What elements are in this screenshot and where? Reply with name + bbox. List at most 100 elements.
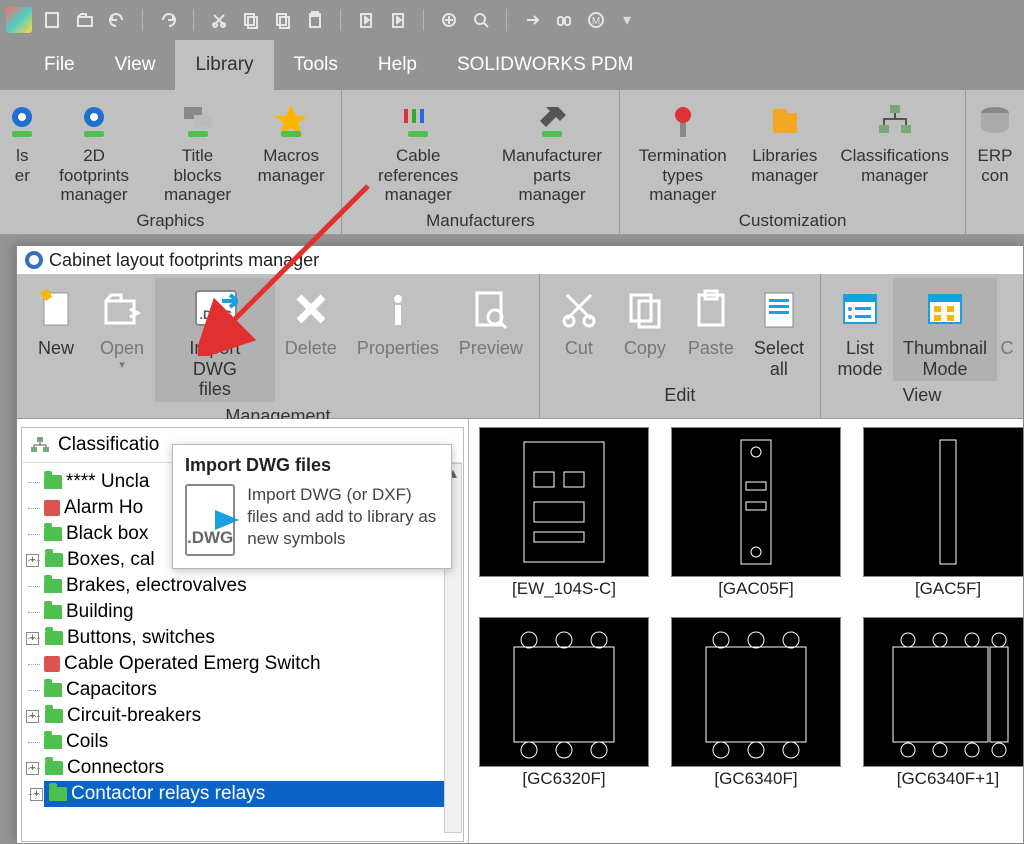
copy-icon[interactable]	[240, 9, 262, 31]
folder-icon	[44, 605, 62, 619]
macros-manager-button[interactable]: Macrosmanager	[250, 94, 333, 207]
paste-icon[interactable]	[304, 9, 326, 31]
thumbnail-mode-button[interactable]: ThumbnailMode	[893, 278, 997, 381]
menu-view[interactable]: View	[95, 40, 176, 90]
toolbar-group-view: Listmode ThumbnailMode C View	[821, 274, 1023, 418]
toolbar-group-management: New Open▾ .DWG Import DWGfiles Delete Pr…	[17, 274, 540, 418]
cabinet-layout-dialog: Cabinet layout footprints manager New Op…	[16, 245, 1024, 844]
cut-button[interactable]: Cut	[546, 278, 612, 381]
select-all-button[interactable]: Selectall	[744, 278, 814, 381]
folder-icon	[44, 735, 62, 749]
prev-icon[interactable]	[355, 9, 377, 31]
menubar: File View Library Tools Help SOLIDWORKS …	[0, 40, 1024, 90]
svg-text:M: M	[592, 16, 600, 27]
tree-item[interactable]: +Buttons, switches	[44, 625, 461, 651]
menu-tools[interactable]: Tools	[274, 40, 358, 90]
folder-icon	[44, 527, 62, 541]
preview-button[interactable]: Preview	[449, 278, 533, 402]
tree-item[interactable]: Brakes, electrovalves	[44, 573, 461, 599]
folder-icon	[44, 683, 62, 697]
folder-icon	[49, 787, 67, 801]
nav-icon[interactable]	[521, 9, 543, 31]
folder-icon	[45, 553, 63, 567]
redo-icon[interactable]	[157, 9, 179, 31]
ribbon: lser 2D footprintsmanager Title blocksma…	[0, 90, 1024, 235]
new-icon[interactable]	[42, 9, 64, 31]
tree-item[interactable]: Capacitors	[44, 677, 461, 703]
dropdown-icon[interactable]: ▾	[623, 10, 631, 30]
app-logo-icon	[6, 7, 32, 33]
properties-button[interactable]: Properties	[347, 278, 449, 402]
cable-references-button[interactable]: Cable referencesmanager	[350, 94, 487, 207]
manufacturer-parts-button[interactable]: Manufacturerparts manager	[493, 94, 612, 207]
m-icon[interactable]: M	[585, 9, 607, 31]
title-blocks-button[interactable]: Title blocksmanager	[152, 94, 244, 207]
2d-footprints-button[interactable]: 2D footprintsmanager	[43, 94, 146, 207]
paste-button[interactable]: Paste	[678, 278, 744, 381]
folder-icon	[45, 761, 63, 775]
tree-item[interactable]: +Circuit-breakers	[44, 703, 461, 729]
svg-text:.DWG: .DWG	[200, 308, 233, 322]
dialog-toolbar: New Open▾ .DWG Import DWGfiles Delete Pr…	[17, 274, 1023, 419]
folder-icon	[44, 579, 62, 593]
thumbnail[interactable]: [GC6340F]	[671, 617, 841, 789]
list-mode-button[interactable]: Listmode	[827, 278, 893, 381]
copy-button[interactable]: Copy	[612, 278, 678, 381]
tooltip-title: Import DWG files	[185, 455, 439, 476]
folder-icon	[44, 475, 62, 489]
ribbon-group-erp: ERPcon	[966, 90, 1024, 234]
menu-file[interactable]: File	[24, 40, 95, 90]
binoculars-icon[interactable]	[553, 9, 575, 31]
ribbon-group-label: Customization	[739, 207, 847, 237]
gear-icon	[25, 251, 43, 269]
cut-icon[interactable]	[208, 9, 230, 31]
dwg-file-icon: .DWG	[185, 484, 235, 556]
thumbnail-grid: [EW_104S-C][GAC05F][GAC5F][GC6320F][GC63…	[469, 419, 1023, 843]
folder-icon	[45, 709, 63, 723]
group-label-edit: Edit	[664, 381, 695, 412]
symbols-manager-button[interactable]: lser	[8, 94, 37, 207]
undo-icon[interactable]	[106, 9, 128, 31]
import-dwg-tooltip: Import DWG files .DWG Import DWG (or DXF…	[172, 444, 452, 569]
classifications-manager-button[interactable]: Classificationsmanager	[832, 94, 957, 207]
group-label-view: View	[903, 381, 942, 412]
toolbar-group-edit: Cut Copy Paste Selectall Edit	[540, 274, 821, 418]
delete-button[interactable]: Delete	[275, 278, 347, 402]
menu-solidworks-pdm[interactable]: SOLIDWORKS PDM	[437, 40, 653, 90]
open-button[interactable]: Open▾	[89, 278, 155, 402]
zoom-fit-icon[interactable]	[438, 9, 460, 31]
thumbnail[interactable]: [GAC5F]	[863, 427, 1023, 599]
ribbon-group-label: Graphics	[136, 207, 204, 237]
tree-item[interactable]: Cable Operated Emerg Switch	[44, 651, 461, 677]
thumbnail[interactable]: [EW_104S-C]	[479, 427, 649, 599]
dialog-title-bar: Cabinet layout footprints manager	[17, 246, 1023, 274]
person-icon	[44, 656, 60, 672]
tree-item[interactable]: Coils	[44, 729, 461, 755]
tree-item[interactable]: +Contactor relays relays	[44, 781, 461, 807]
libraries-manager-button[interactable]: Librariesmanager	[743, 94, 826, 207]
menu-help[interactable]: Help	[358, 40, 437, 90]
zoom-icon[interactable]	[470, 9, 492, 31]
thumbnail[interactable]: [GC6320F]	[479, 617, 649, 789]
dialog-title: Cabinet layout footprints manager	[49, 250, 319, 271]
person-icon	[44, 500, 60, 516]
quick-access-toolbar: M ▾	[0, 0, 1024, 40]
tooltip-description: Import DWG (or DXF) files and add to lib…	[247, 484, 439, 550]
c-button[interactable]: C	[997, 278, 1017, 381]
open-icon[interactable]	[74, 9, 96, 31]
new-button[interactable]: New	[23, 278, 89, 402]
copy2-icon[interactable]	[272, 9, 294, 31]
thumbnail[interactable]: [GC6340F+1]	[863, 617, 1023, 789]
import-dwg-button[interactable]: .DWG Import DWGfiles	[155, 278, 275, 402]
folder-icon	[45, 631, 63, 645]
ribbon-group-label: Manufacturers	[426, 207, 535, 237]
next-icon[interactable]	[387, 9, 409, 31]
tree-item[interactable]: Building	[44, 599, 461, 625]
thumbnail[interactable]: [GAC05F]	[671, 427, 841, 599]
ribbon-group-graphics: lser 2D footprintsmanager Title blocksma…	[0, 90, 342, 234]
termination-types-button[interactable]: Terminationtypes manager	[628, 94, 737, 207]
menu-library[interactable]: Library	[175, 40, 273, 90]
tree-item[interactable]: +Connectors	[44, 755, 461, 781]
ribbon-group-customization: Terminationtypes manager Librariesmanage…	[620, 90, 966, 234]
erp-connection-button[interactable]: ERPcon	[974, 94, 1016, 224]
